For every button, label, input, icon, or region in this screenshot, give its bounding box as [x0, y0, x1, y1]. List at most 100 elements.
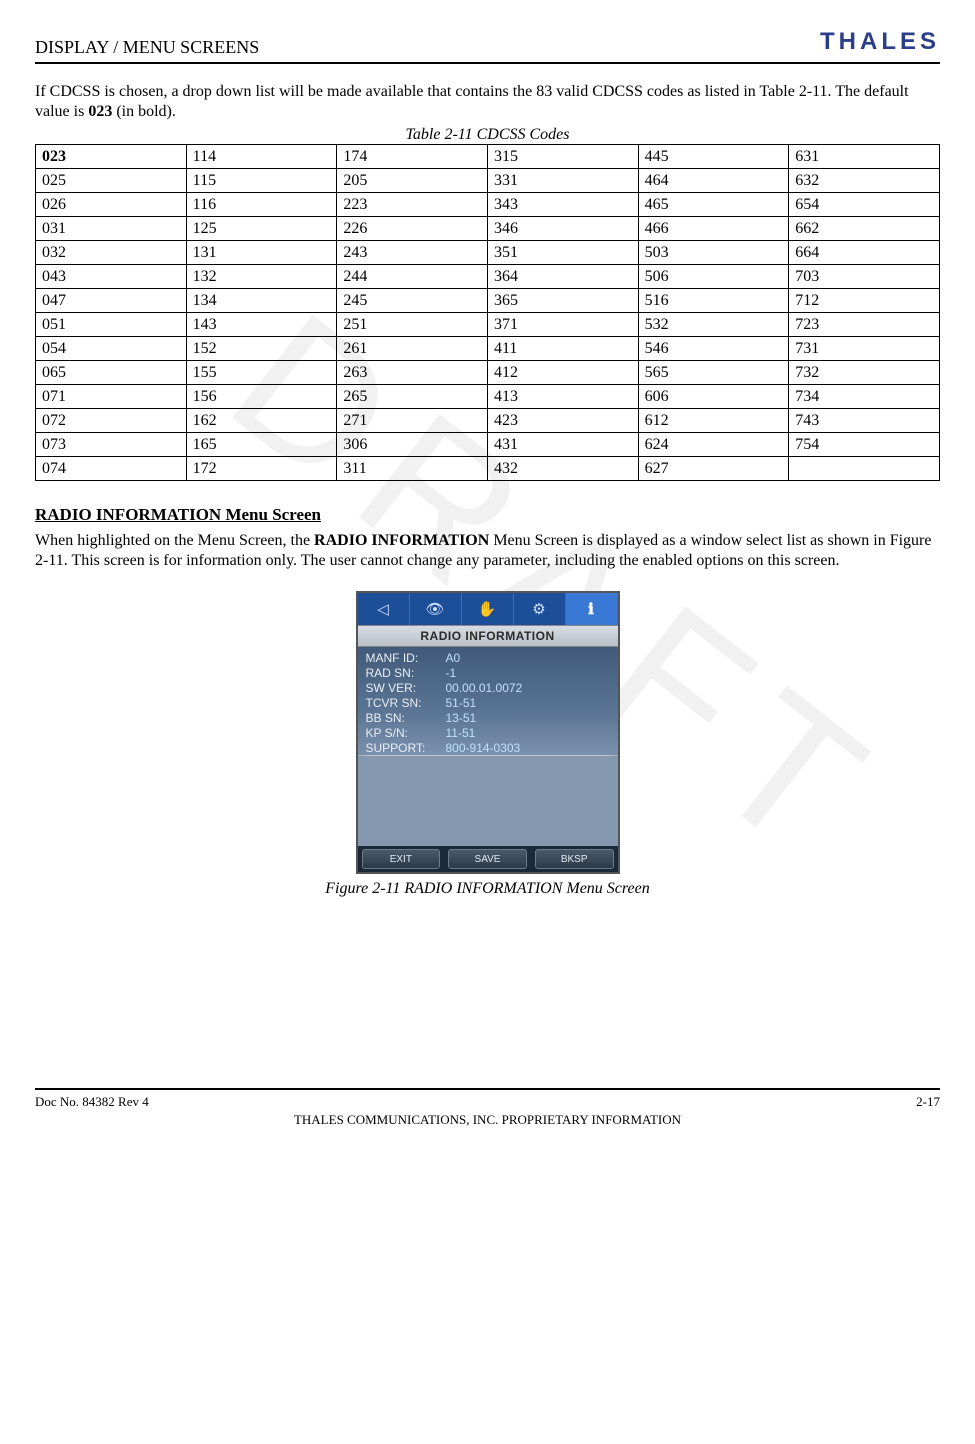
table-row: 031125226346466662 — [36, 217, 940, 241]
info-row: BB SN:13-51 — [366, 711, 610, 725]
table-cell: 223 — [337, 193, 488, 217]
table-cell: 031 — [36, 217, 187, 241]
table-cell: 243 — [337, 241, 488, 265]
softkey-save[interactable]: SAVE — [448, 849, 527, 869]
table-cell: 271 — [337, 409, 488, 433]
intro-paragraph: If CDCSS is chosen, a drop down list wil… — [35, 82, 940, 122]
table-cell: 131 — [186, 241, 337, 265]
table-cell — [789, 457, 940, 481]
table-cell: 265 — [337, 385, 488, 409]
info-value: -1 — [446, 666, 457, 680]
device-tab-row: ◁ 👁 ✋ ⚙ ℹ — [358, 593, 618, 625]
table-cell: 162 — [186, 409, 337, 433]
table-cell: 754 — [789, 433, 940, 457]
table-cell: 115 — [186, 169, 337, 193]
table-row: 073165306431624754 — [36, 433, 940, 457]
table-cell: 065 — [36, 361, 187, 385]
table-cell: 612 — [638, 409, 789, 433]
info-value: 11-51 — [446, 726, 476, 740]
table-row: 072162271423612743 — [36, 409, 940, 433]
tab-view[interactable]: 👁 — [410, 593, 462, 625]
table-cell: 364 — [487, 265, 638, 289]
tab-back[interactable]: ◁ — [358, 593, 410, 625]
section-title-header: DISPLAY / MENU SCREENS — [35, 37, 259, 58]
table-cell: 466 — [638, 217, 789, 241]
info-value: 51-51 — [446, 696, 477, 710]
table-cell: 226 — [337, 217, 488, 241]
table-cell: 245 — [337, 289, 488, 313]
info-value: 00.00.01.0072 — [446, 681, 523, 695]
table-cell: 205 — [337, 169, 488, 193]
table-cell: 043 — [36, 265, 187, 289]
table-cell: 723 — [789, 313, 940, 337]
table-cell: 712 — [789, 289, 940, 313]
info-value: A0 — [446, 651, 461, 665]
intro-text-b: (in bold). — [112, 103, 176, 120]
table-row: 023114174315445631 — [36, 145, 940, 169]
table-cell: 026 — [36, 193, 187, 217]
table-cell: 503 — [638, 241, 789, 265]
info-label: MANF ID: — [366, 651, 446, 665]
footer-page-number: 2-17 — [916, 1094, 940, 1110]
info-value: 800-914-0303 — [446, 741, 521, 755]
table-cell: 346 — [487, 217, 638, 241]
info-row: RAD SN:-1 — [366, 666, 610, 680]
table-cell: 156 — [186, 385, 337, 409]
footer-doc-number: Doc No. 84382 Rev 4 — [35, 1094, 149, 1110]
table-cell: 445 — [638, 145, 789, 169]
table-cell: 565 — [638, 361, 789, 385]
table-cell: 025 — [36, 169, 187, 193]
table-cell: 743 — [789, 409, 940, 433]
info-label: BB SN: — [366, 711, 446, 725]
table-cell: 627 — [638, 457, 789, 481]
table-cell: 315 — [487, 145, 638, 169]
table-row: 047134245365516712 — [36, 289, 940, 313]
table-cell: 244 — [337, 265, 488, 289]
table-row: 054152261411546731 — [36, 337, 940, 361]
table-cell: 054 — [36, 337, 187, 361]
info-label: SUPPORT: — [366, 741, 446, 755]
table-cell: 506 — [638, 265, 789, 289]
tab-settings[interactable]: ⚙ — [514, 593, 566, 625]
info-row: TCVR SN:51-51 — [366, 696, 610, 710]
softkey-bksp[interactable]: BKSP — [535, 849, 614, 869]
device-empty-area — [358, 756, 618, 846]
table-cell: 465 — [638, 193, 789, 217]
table-cell: 606 — [638, 385, 789, 409]
info-value: 13-51 — [446, 711, 477, 725]
footer-row: Doc No. 84382 Rev 4 2-17 — [35, 1094, 940, 1110]
figure-caption: Figure 2-11 RADIO INFORMATION Menu Scree… — [35, 880, 940, 898]
table-cell: 365 — [487, 289, 638, 313]
table-cell: 074 — [36, 457, 187, 481]
table-cell: 412 — [487, 361, 638, 385]
device-softkey-row: EXIT SAVE BKSP — [358, 846, 618, 872]
table-cell: 731 — [789, 337, 940, 361]
table-cell: 072 — [36, 409, 187, 433]
table-cell: 263 — [337, 361, 488, 385]
table-row: 025115205331464632 — [36, 169, 940, 193]
info-row: KP S/N:11-51 — [366, 726, 610, 740]
table-caption: Table 2-11 CDCSS Codes — [35, 126, 940, 144]
table-row: 065155263412565732 — [36, 361, 940, 385]
tab-info[interactable]: ℹ — [566, 593, 618, 625]
softkey-exit[interactable]: EXIT — [362, 849, 441, 869]
footer-proprietary: THALES COMMUNICATIONS, INC. PROPRIETARY … — [35, 1112, 940, 1128]
radio-info-paragraph: When highlighted on the Menu Screen, the… — [35, 531, 940, 571]
tab-hand[interactable]: ✋ — [462, 593, 514, 625]
table-cell: 464 — [638, 169, 789, 193]
info-label: RAD SN: — [366, 666, 446, 680]
radio-info-text-a: When highlighted on the Menu Screen, the — [35, 532, 314, 549]
table-cell: 703 — [789, 265, 940, 289]
table-cell: 125 — [186, 217, 337, 241]
table-cell: 664 — [789, 241, 940, 265]
info-label: SW VER: — [366, 681, 446, 695]
info-label: KP S/N: — [366, 726, 446, 740]
table-cell: 423 — [487, 409, 638, 433]
table-cell: 047 — [36, 289, 187, 313]
table-row: 032131243351503664 — [36, 241, 940, 265]
table-cell: 132 — [186, 265, 337, 289]
table-cell: 071 — [36, 385, 187, 409]
table-cell: 116 — [186, 193, 337, 217]
table-row: 026116223343465654 — [36, 193, 940, 217]
intro-default-code: 023 — [88, 103, 112, 120]
